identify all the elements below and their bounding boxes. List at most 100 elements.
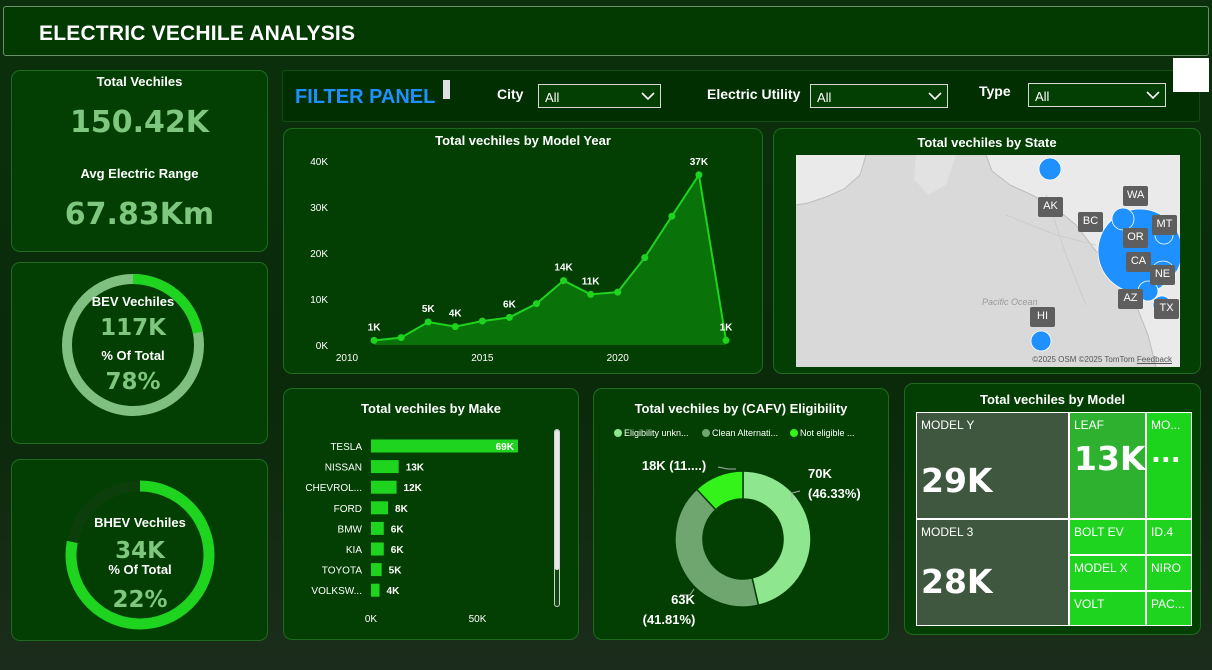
data-point[interactable] (505, 313, 513, 321)
x-tick-label: 2015 (471, 353, 494, 364)
bar[interactable] (371, 542, 384, 556)
data-point[interactable] (614, 288, 622, 296)
bev-label: BEV Vechiles (91, 294, 175, 309)
avg-range-label: Avg Electric Range (80, 166, 199, 181)
bar[interactable] (371, 583, 380, 597)
map-feedback-link[interactable]: Feedback (1137, 355, 1172, 364)
bar[interactable] (371, 563, 382, 577)
data-label: 11K (582, 276, 601, 287)
treemap-cell[interactable]: MODEL 3 28K (916, 519, 1069, 626)
x-tick-label: 0K (365, 614, 378, 625)
filter-panel-title: FILTER PANEL (295, 86, 436, 108)
make-chart: TESLA 69K NISSAN 13K CHEVROL... 12K FORD 8K BMW 6… (305, 439, 518, 625)
cafv-donut-chart: 70K (46.33%) 63K (41.81%) 18K (11....) (642, 458, 861, 627)
treemap-cell-label: MODEL X (1074, 561, 1128, 575)
category-label: TOYOTA (322, 566, 363, 577)
type-label: Type (979, 83, 1011, 99)
bev-pct-label: % Of Total (101, 348, 165, 363)
city-dropdown[interactable]: All (538, 84, 661, 108)
treemap-cell[interactable]: LEAF 13K (1069, 412, 1146, 519)
map-copyright-osm: ©2025 OSM (1032, 355, 1077, 364)
y-tick-label: 30K (310, 203, 328, 214)
treemap-cell[interactable]: ID.4 (1146, 519, 1192, 555)
bhev-pct-label: % Of Total (108, 562, 172, 577)
white-corner-block (1173, 58, 1209, 92)
bar[interactable] (371, 501, 389, 515)
model-treemap: MODEL Y 29K MODEL 3 28K LEAF 13K MO...... BOLT … (916, 412, 1192, 626)
bar[interactable] (371, 460, 399, 474)
treemap-cell-value: 28K (921, 562, 993, 601)
data-point[interactable] (397, 334, 405, 342)
model-year-chart: 0K 10K 20K 30K 40K 2010 2015 2020 1K 5K 4K 6K 14K 11K… (310, 157, 733, 364)
map-state-label[interactable]: CA (1126, 252, 1151, 272)
y-tick-label: 0K (316, 341, 329, 352)
category-label: VOLKSW... (311, 586, 362, 597)
treemap-cell[interactable]: MO...... (1146, 412, 1192, 519)
data-point[interactable] (641, 254, 649, 262)
donut-label: 63K (671, 592, 695, 607)
donut-label: (41.81%) (643, 612, 696, 627)
data-point[interactable] (533, 300, 540, 308)
data-point[interactable] (424, 318, 432, 326)
data-point[interactable] (370, 336, 378, 344)
data-point[interactable] (478, 317, 486, 325)
treemap-cell-label: MO... (1151, 418, 1181, 432)
make-chart-scrollbar[interactable] (554, 429, 560, 607)
map-state-label[interactable]: AK (1038, 197, 1063, 217)
bhev-value: 34K (115, 538, 165, 564)
data-label: 5K (389, 566, 403, 577)
map-state-label[interactable]: NE (1150, 265, 1175, 285)
make-chart-scrollbar-thumb[interactable] (555, 430, 559, 570)
data-point[interactable] (560, 277, 568, 285)
treemap-cell-label: MODEL 3 (921, 525, 974, 539)
treemap-cell-value: 29K (921, 461, 993, 500)
data-point[interactable] (587, 290, 595, 298)
treemap-cell-value: ... (1151, 439, 1181, 469)
treemap-cell[interactable]: MODEL X (1069, 555, 1146, 591)
utility-dropdown[interactable]: All (810, 84, 948, 108)
map-copyright: ©2025 OSM ©2025 TomTom Feedback (1032, 355, 1172, 364)
data-point[interactable] (695, 171, 703, 179)
data-label: 4K (449, 309, 463, 320)
map-state-label[interactable]: HI (1030, 307, 1055, 327)
treemap-cell[interactable]: NIRO (1146, 555, 1192, 591)
treemap-cell[interactable]: VOLT (1069, 591, 1146, 626)
bar[interactable] (371, 480, 397, 494)
leader-line (717, 466, 736, 470)
data-label: 6K (503, 299, 517, 310)
utility-dropdown-value: All (817, 90, 832, 105)
chevron-down-icon (928, 92, 942, 101)
filter-panel: FILTER PANEL City All Electric Utility A… (282, 70, 1200, 122)
city-dropdown-value: All (545, 90, 560, 105)
treemap-cell-label: NIRO (1151, 561, 1181, 575)
total-vehicles-label: Total Vechiles (96, 74, 183, 89)
map-state-label[interactable]: AZ (1118, 289, 1143, 309)
map-bubble-wa (1111, 207, 1135, 231)
data-label: 1K (368, 322, 382, 333)
bev-card: BEV Vechiles 117K % Of Total 78% (11, 262, 268, 444)
map-state-label[interactable]: WA (1123, 186, 1149, 206)
bar[interactable] (371, 521, 384, 535)
y-tick-label: 10K (310, 295, 328, 306)
map-bubble-ak (1038, 157, 1062, 181)
title-bar: ELECTRIC VECHILE ANALYSIS (3, 6, 1209, 56)
data-point[interactable] (451, 323, 459, 331)
treemap-cell-label: MODEL Y (921, 418, 975, 432)
map-state-label[interactable]: OR (1123, 228, 1148, 248)
bhev-label: BHEV Vechiles (94, 515, 186, 530)
data-point[interactable] (668, 212, 676, 220)
map-state-label[interactable]: TX (1154, 299, 1179, 319)
treemap-cell-value: 13K (1074, 439, 1146, 478)
treemap-cell[interactable]: MODEL Y 29K (916, 412, 1069, 519)
state-map[interactable]: Pacific Ocean AK BC WA MT OR CA NE AZ TX HI ©2025… (796, 155, 1180, 367)
treemap-cell[interactable]: PAC... (1146, 591, 1192, 626)
data-point[interactable] (722, 336, 730, 344)
bev-value: 117K (100, 315, 166, 341)
donut-label: 70K (808, 466, 832, 481)
data-label: 6K (391, 545, 405, 556)
type-dropdown[interactable]: All (1028, 83, 1166, 107)
map-state-label[interactable]: MT (1152, 215, 1177, 235)
data-label: 4K (387, 586, 401, 597)
treemap-cell[interactable]: BOLT EV (1069, 519, 1146, 555)
map-state-label[interactable]: BC (1078, 212, 1103, 232)
